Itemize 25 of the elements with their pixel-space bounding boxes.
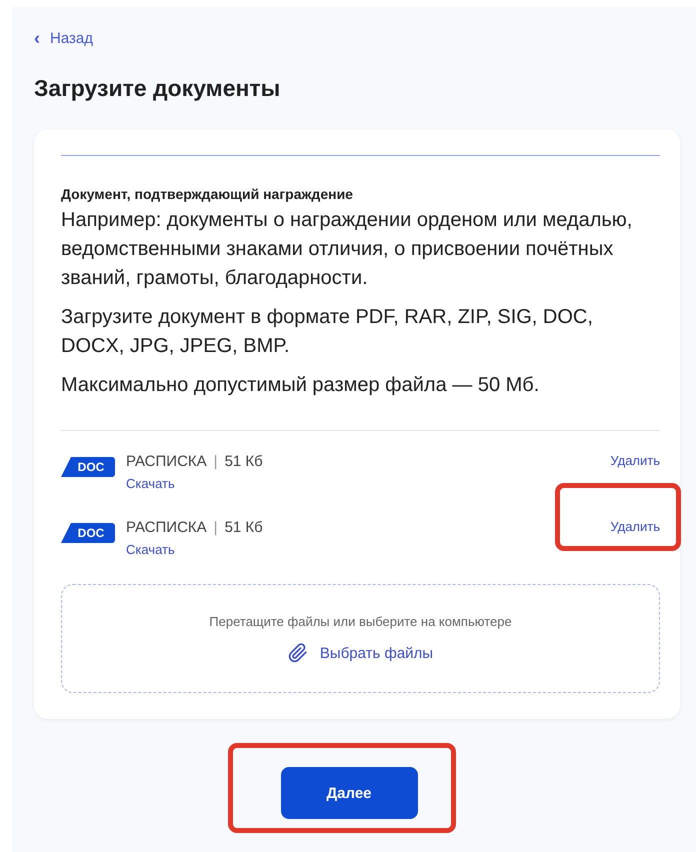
page-title: Загрузите документы (34, 75, 282, 102)
separator: | (214, 453, 218, 470)
download-link[interactable]: Скачать (126, 542, 175, 557)
choose-files-button[interactable]: Выбрать файлы (288, 643, 434, 663)
back-link[interactable]: ‹ Назад (34, 29, 93, 47)
doc-file-icon: DOC (61, 523, 115, 543)
document-heading: Документ, подтверждающий награждение (61, 186, 354, 202)
file-name: РАСПИСКА (126, 519, 207, 536)
download-link[interactable]: Скачать (126, 476, 175, 491)
file-size: 51 Кб (224, 453, 263, 470)
file-name: РАСПИСКА (126, 453, 207, 470)
drop-zone[interactable]: Перетащите файлы или выберите на компьютере Выбрать файлы (61, 584, 660, 693)
delete-link[interactable]: Удалить (610, 519, 660, 534)
doc-file-icon: DOC (61, 457, 115, 477)
paperclip-icon (288, 643, 308, 663)
description-text: Загрузите документ в формате PDF, RAR, ZIP, SIG, DOC, DOCX, JPG, JPEG, BMP. (61, 305, 594, 359)
delete-link[interactable]: Удалить (610, 453, 660, 468)
drop-hint: Перетащите файлы или выберите на компьютере (209, 614, 512, 629)
file-size: 51 Кб (224, 519, 263, 536)
description-text: Максимально допустимый размер файла — 50 Мб. (61, 373, 540, 398)
next-button[interactable]: Далее (280, 767, 418, 819)
separator: | (214, 519, 218, 536)
back-label: Назад (50, 30, 93, 46)
chevron-left-icon: ‹ (34, 29, 40, 47)
description-text: Например: документы о награждении орденом или медалью, ведомственными знаками отличия, о присвоении почётных званий, грамоты, благодарности. (61, 208, 634, 291)
